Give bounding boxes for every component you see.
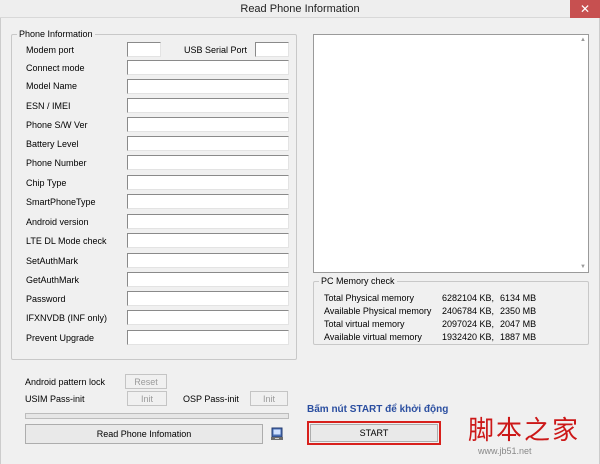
password-label: Password <box>26 294 66 304</box>
battery-level-field <box>127 136 289 151</box>
memory-label: Total virtual memory <box>324 318 405 329</box>
memory-kb: 1932420 KB, <box>442 331 495 342</box>
phone-number-label: Phone Number <box>26 158 87 168</box>
phone-info-group-label: Phone Information <box>17 29 95 39</box>
phone-sw-ver-field <box>127 117 289 132</box>
password-field <box>127 291 289 306</box>
watermark-logo: 脚本之家 <box>468 416 581 446</box>
title-bar: Read Phone Information ✕ <box>0 0 600 18</box>
memory-mb: 1887 MB <box>500 331 537 342</box>
watermark: 脚本之家 www.jb51.net <box>462 410 600 464</box>
memory-mb: 6134 MB <box>500 292 537 303</box>
window-title: Read Phone Information <box>240 3 360 15</box>
start-highlight-box: START <box>307 421 441 445</box>
lte-dl-mode-check-field <box>127 233 289 248</box>
get-auth-mark-label: GetAuthMark <box>26 275 80 285</box>
memory-mb: 2350 MB <box>500 305 537 316</box>
esn-imei-label: ESN / IMEI <box>26 101 71 111</box>
chip-type-label: Chip Type <box>26 178 67 188</box>
battery-level-label: Battery Level <box>26 139 79 149</box>
read-phone-info-button[interactable]: Read Phone Infomation <box>25 424 263 444</box>
reset-button[interactable]: Reset <box>125 374 167 389</box>
smartphone-type-field <box>127 194 289 209</box>
model-name-field <box>127 79 289 94</box>
progress-bar <box>25 413 289 419</box>
table-row: Available Physical memory 2406784 KB, 23… <box>324 304 536 317</box>
start-button[interactable]: START <box>310 424 438 442</box>
prevent-upgrade-label: Prevent Upgrade <box>26 333 95 343</box>
memory-label: Available Physical memory <box>324 305 432 316</box>
chip-type-field <box>127 175 289 190</box>
connect-mode-label: Connect mode <box>26 63 85 73</box>
ifxnvdb-label: IFXNVDB (INF only) <box>26 313 108 323</box>
modem-port-field <box>127 42 161 57</box>
memory-mb: 2047 MB <box>500 318 537 329</box>
phone-number-field <box>127 155 289 170</box>
table-row: Total virtual memory 2097024 KB, 2047 MB <box>324 317 536 330</box>
smartphone-type-label: SmartPhoneType <box>26 197 96 207</box>
prevent-upgrade-field <box>127 330 289 345</box>
usb-serial-port-field <box>255 42 289 57</box>
osp-init-button[interactable]: Init <box>250 391 288 406</box>
dialog-window: Phone Information Modem port USB Serial … <box>0 18 600 464</box>
table-row: Total Physical memory 6282104 KB, 6134 M… <box>324 291 536 304</box>
memory-kb: 6282104 KB, <box>442 292 495 303</box>
esn-imei-field <box>127 98 289 113</box>
start-hint-text: Bấm nút START để khởi động <box>307 404 449 415</box>
memory-kb: 2097024 KB, <box>442 318 495 329</box>
phone-sw-ver-label: Phone S/W Ver <box>26 120 88 130</box>
modem-port-label: Modem port <box>26 45 75 55</box>
pc-memory-table: Total Physical memory 6282104 KB, 6134 M… <box>324 291 536 343</box>
usim-pass-init-label: USIM Pass-init <box>25 394 85 404</box>
phone-icon[interactable] <box>269 426 285 442</box>
pc-memory-group: PC Memory check Total Physical memory 62… <box>313 276 589 345</box>
lte-dl-mode-check-label: LTE DL Mode check <box>26 236 107 246</box>
android-version-label: Android version <box>26 217 89 227</box>
phone-info-group: Phone Information Modem port USB Serial … <box>11 29 297 360</box>
memory-label: Available virtual memory <box>324 331 422 342</box>
scroll-down-icon[interactable]: ▼ <box>580 264 586 270</box>
close-icon[interactable]: ✕ <box>570 0 600 18</box>
scroll-up-icon[interactable]: ▲ <box>580 37 586 43</box>
model-name-label: Model Name <box>26 81 78 91</box>
get-auth-mark-field <box>127 272 289 287</box>
watermark-url: www.jb51.net <box>478 446 532 456</box>
memory-label: Total Physical memory <box>324 292 415 303</box>
set-auth-mark-field <box>127 253 289 268</box>
set-auth-mark-label: SetAuthMark <box>26 256 79 266</box>
pc-memory-group-label: PC Memory check <box>319 276 397 286</box>
android-pattern-lock-label: Android pattern lock <box>25 377 106 387</box>
osp-pass-init-label: OSP Pass-init <box>183 394 239 404</box>
usb-serial-port-label: USB Serial Port <box>184 45 248 55</box>
table-row: Available virtual memory 1932420 KB, 188… <box>324 330 536 343</box>
ifxnvdb-field <box>127 310 289 325</box>
connect-mode-field <box>127 60 289 75</box>
output-log-box[interactable]: ▲ ▼ <box>313 34 589 273</box>
usim-init-button[interactable]: Init <box>127 391 167 406</box>
android-version-field <box>127 214 289 229</box>
memory-kb: 2406784 KB, <box>442 305 495 316</box>
